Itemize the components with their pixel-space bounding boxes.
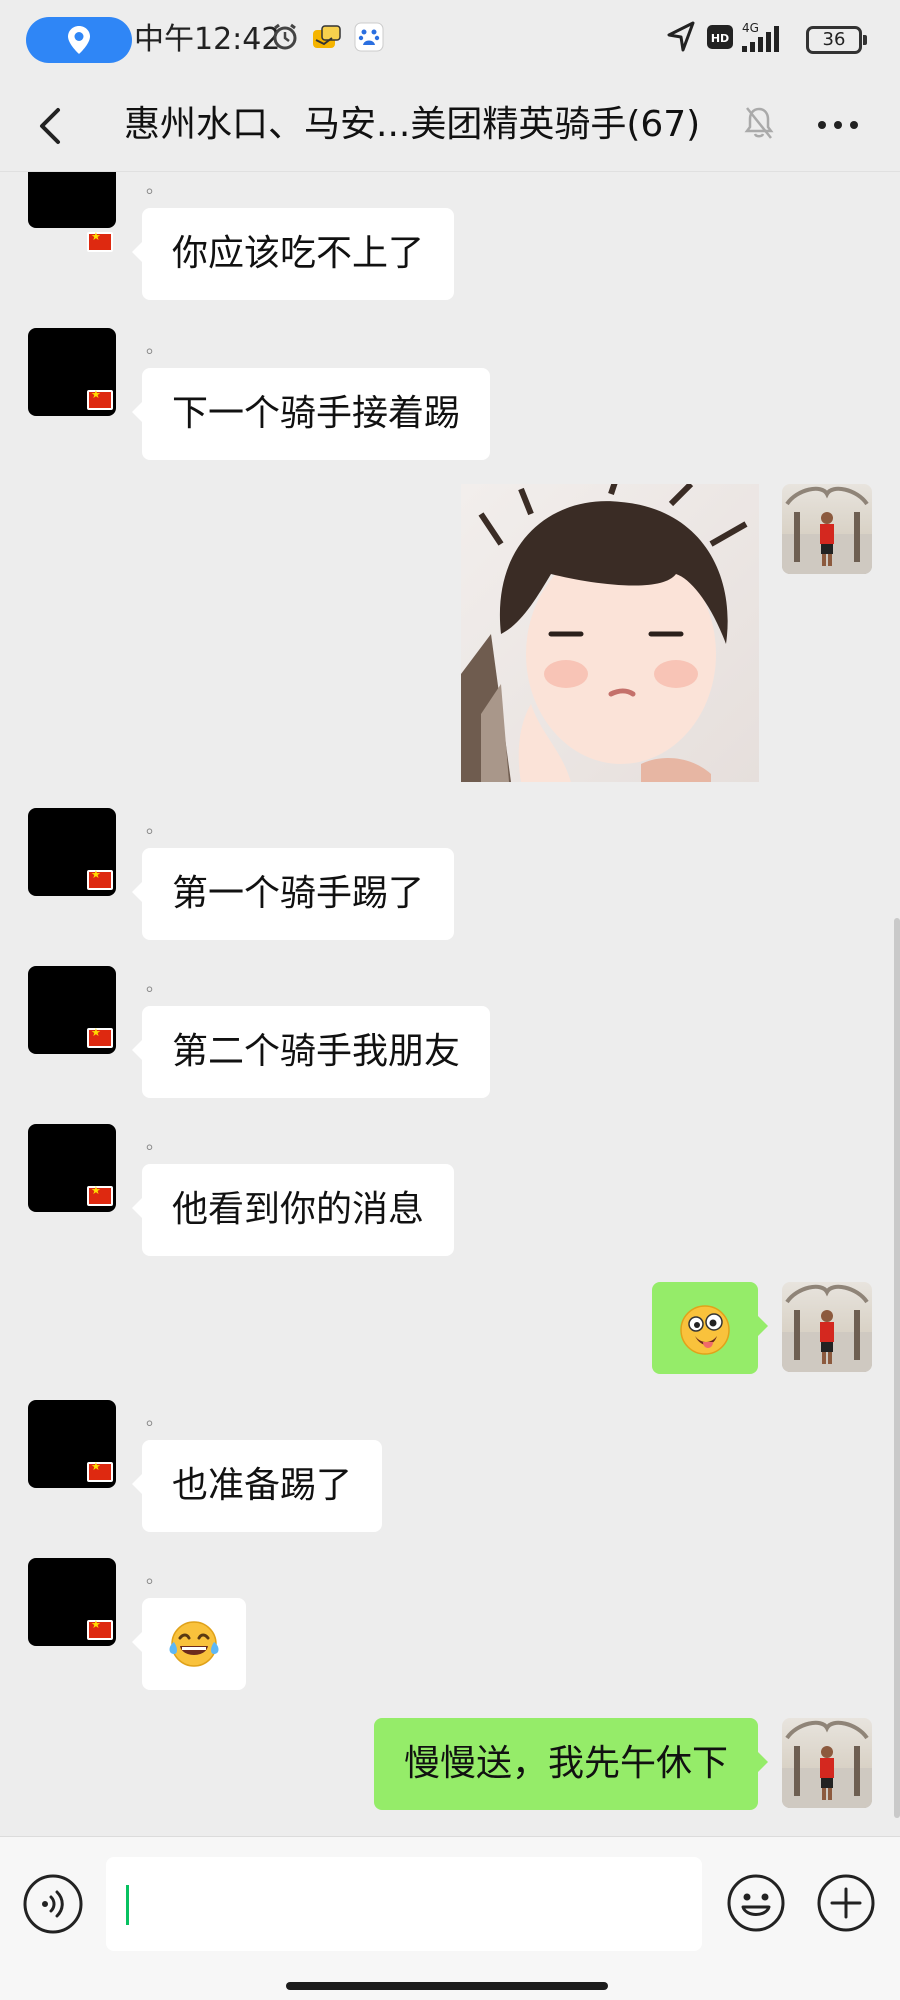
sender-nickname: 。: [146, 337, 164, 358]
home-indicator[interactable]: [286, 1982, 608, 1990]
voice-icon[interactable]: [22, 1873, 84, 1935]
text-caret: [126, 1885, 129, 1925]
tears-of-joy-emoji: [169, 1621, 219, 1667]
alarm-icon: [273, 23, 297, 50]
svg-text:4G: 4G: [742, 21, 759, 35]
crazy-face-emoji: [680, 1305, 730, 1355]
chat-message-list[interactable]: 。 你应该吃不上了 。 下一个骑手接着踢: [0, 172, 900, 1836]
china-flag-icon: [87, 388, 113, 410]
signal-icon: 4G: [742, 21, 779, 52]
sender-nickname: 。: [146, 975, 164, 996]
sender-nickname: 。: [146, 1409, 164, 1430]
sender-nickname: 。: [146, 1567, 164, 1588]
message-bubble[interactable]: 他看到你的消息: [131, 1164, 455, 1256]
message-bubble[interactable]: 下一个骑手接着踢: [131, 368, 491, 460]
message-bubble[interactable]: 你应该吃不上了: [131, 208, 455, 300]
location-indicator[interactable]: [26, 17, 132, 63]
mute-bell-icon: [744, 107, 774, 139]
china-flag-icon: [87, 1460, 113, 1482]
hd-icon: HD: [707, 25, 733, 49]
status-bar: 中午12:42 HD 4G 36: [0, 0, 900, 80]
message-bubble[interactable]: 也准备踢了: [131, 1440, 383, 1532]
clock-time: 中午12:42: [134, 22, 281, 57]
sender-nickname: 。: [146, 1133, 164, 1154]
svg-text:HD: HD: [711, 32, 729, 45]
my-avatar[interactable]: [782, 1718, 872, 1808]
navigation-icon: [667, 21, 695, 52]
my-avatar[interactable]: [782, 484, 872, 574]
plus-icon[interactable]: [816, 1873, 876, 1933]
china-flag-icon: [87, 1026, 113, 1048]
emoji-icon[interactable]: [726, 1873, 786, 1933]
page-title[interactable]: 惠州水口、马安...美团精英骑手(67): [124, 100, 700, 150]
message-input[interactable]: [106, 1857, 702, 1951]
sender-nickname: 。: [146, 817, 164, 838]
message-input-bar: [0, 1836, 900, 2000]
china-flag-icon: [87, 1618, 113, 1640]
location-icon: [68, 26, 90, 54]
chat-header: 惠州水口、马安...美团精英骑手(67): [0, 80, 900, 172]
avatar[interactable]: [28, 172, 116, 228]
emoji-message-bubble[interactable]: [132, 1598, 246, 1690]
my-avatar[interactable]: [782, 1282, 872, 1372]
notification-app-icon: [313, 25, 341, 48]
back-icon[interactable]: [24, 98, 80, 154]
baidu-icon: [354, 22, 384, 52]
message-bubble[interactable]: 慢慢送，我先午休下: [373, 1718, 769, 1810]
china-flag-icon: [87, 230, 113, 252]
china-flag-icon: [87, 868, 113, 890]
sender-nickname: 。: [146, 177, 164, 198]
chat-scrollbar[interactable]: [894, 918, 900, 1818]
china-flag-icon: [87, 1184, 113, 1206]
battery-indicator: 36: [806, 26, 867, 54]
crying-baby-sticker[interactable]: [461, 484, 759, 782]
emoji-message-bubble[interactable]: [652, 1282, 768, 1374]
more-icon[interactable]: [808, 100, 868, 150]
message-bubble[interactable]: 第二个骑手我朋友: [131, 1006, 491, 1098]
message-bubble[interactable]: 第一个骑手踢了: [131, 848, 455, 940]
